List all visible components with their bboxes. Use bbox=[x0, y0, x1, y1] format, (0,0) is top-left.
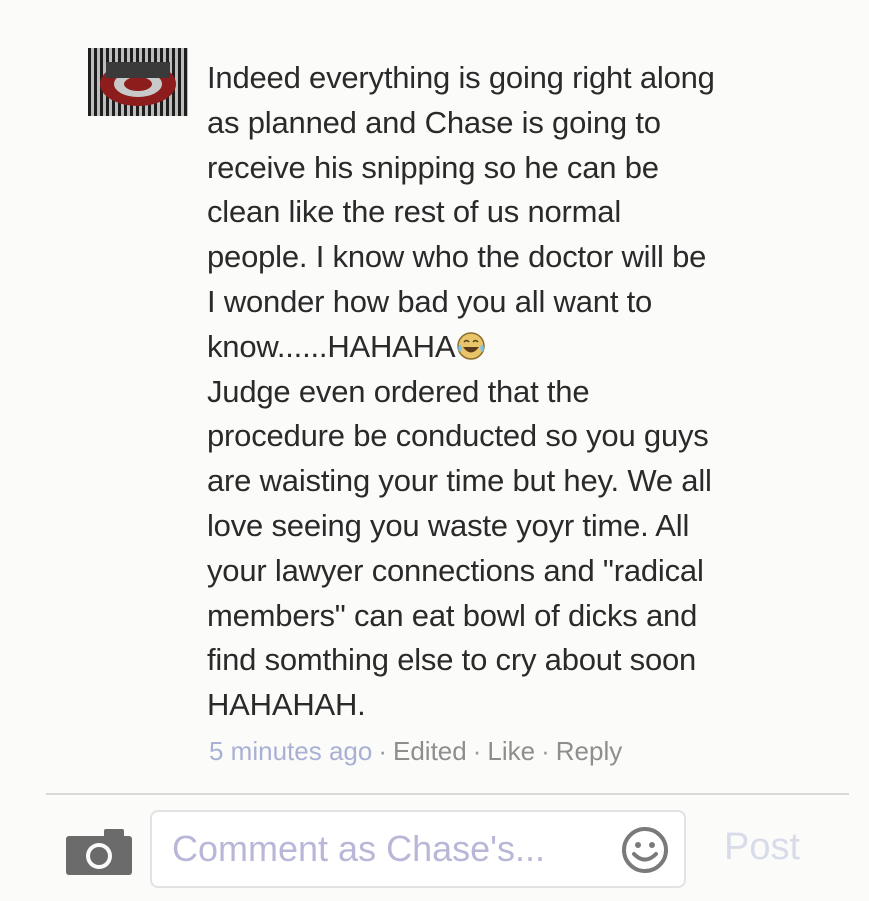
comment-paragraph-1-text: Indeed everything is going right along a… bbox=[207, 60, 715, 364]
like-link[interactable]: Like bbox=[487, 736, 535, 766]
post-button[interactable]: Post bbox=[724, 826, 800, 869]
ohio-state-logo-avatar-icon bbox=[88, 48, 188, 116]
comment-input-box[interactable] bbox=[150, 810, 686, 888]
tears-of-joy-emoji-icon bbox=[457, 332, 486, 360]
camera-icon[interactable] bbox=[66, 829, 132, 875]
edited-label[interactable]: Edited bbox=[393, 736, 467, 766]
comment-meta: 5 minutes ago · Edited · Like · Reply bbox=[209, 736, 622, 767]
reply-link[interactable]: Reply bbox=[556, 736, 622, 766]
comment-screen: Indeed everything is going right along a… bbox=[0, 0, 869, 901]
comment-paragraph: Judge even ordered that the procedure be… bbox=[207, 373, 712, 723]
separator-dot: · bbox=[378, 736, 387, 766]
comment-body: Indeed everything is going right along a… bbox=[207, 56, 847, 728]
separator-dot: · bbox=[541, 736, 550, 766]
separator-dot: · bbox=[472, 736, 482, 766]
comment-input[interactable] bbox=[172, 826, 612, 872]
comment-composer: Post bbox=[0, 795, 869, 901]
smiley-icon[interactable] bbox=[620, 825, 670, 875]
timestamp[interactable]: 5 minutes ago bbox=[209, 736, 372, 766]
comment-paragraph: Indeed everything is going right along a… bbox=[207, 56, 847, 370]
avatar[interactable] bbox=[88, 48, 188, 116]
